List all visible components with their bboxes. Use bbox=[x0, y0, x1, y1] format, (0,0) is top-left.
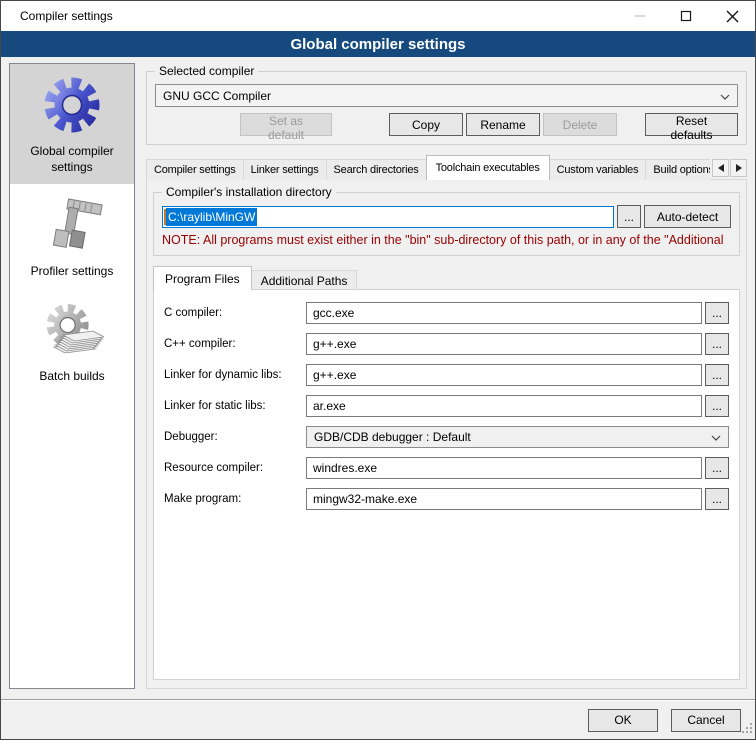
toolchain-executables-page: Compiler's installation directory C:\ray… bbox=[146, 179, 747, 689]
sidebar-item-label: Profiler settings bbox=[12, 264, 132, 280]
dynamic-linker-value: g++.exe bbox=[313, 368, 356, 382]
make-program-value: mingw32-make.exe bbox=[313, 492, 417, 506]
caption-buttons bbox=[617, 1, 755, 31]
cancel-button[interactable]: Cancel bbox=[671, 709, 741, 732]
dynamic-linker-label: Linker for dynamic libs: bbox=[164, 369, 306, 381]
minimize-icon bbox=[617, 1, 663, 31]
sidebar-item-profiler-settings[interactable]: Profiler settings bbox=[10, 184, 134, 289]
programs-tabstrip: Program Files Additional Paths bbox=[153, 266, 740, 290]
blue-gear-icon bbox=[40, 74, 104, 138]
tab-linker-settings[interactable]: Linker settings bbox=[243, 159, 327, 180]
auto-detect-button[interactable]: Auto-detect bbox=[644, 205, 731, 228]
program-files-page: C compiler: gcc.exe ... C++ compiler: g+… bbox=[153, 289, 740, 680]
tab-additional-paths[interactable]: Additional Paths bbox=[251, 270, 358, 290]
close-icon[interactable] bbox=[709, 1, 755, 31]
cpp-compiler-label: C++ compiler: bbox=[164, 338, 306, 350]
install-dir-note: NOTE: All programs must exist either in … bbox=[162, 233, 731, 247]
chevron-down-icon bbox=[711, 430, 721, 444]
resource-compiler-browse-button[interactable]: ... bbox=[705, 457, 729, 479]
install-dir-input[interactable]: C:\raylib\MinGW bbox=[162, 206, 614, 228]
install-dir-group-label: Compiler's installation directory bbox=[162, 185, 336, 199]
settings-category-list: Global compiler settings bbox=[9, 63, 135, 689]
resource-compiler-value: windres.exe bbox=[313, 461, 377, 475]
sidebar-item-global-compiler-settings[interactable]: Global compiler settings bbox=[10, 64, 134, 184]
resource-compiler-label: Resource compiler: bbox=[164, 462, 306, 474]
chevron-down-icon bbox=[720, 89, 730, 103]
compiler-select[interactable]: GNU GCC Compiler bbox=[155, 84, 738, 107]
install-dir-group: Compiler's installation directory C:\ray… bbox=[153, 192, 740, 256]
install-dir-value: C:\raylib\MinGW bbox=[166, 208, 257, 226]
tab-search-directories[interactable]: Search directories bbox=[326, 159, 427, 180]
tab-program-files[interactable]: Program Files bbox=[153, 266, 252, 290]
programs-notebook: Program Files Additional Paths C compile… bbox=[153, 266, 740, 680]
selected-compiler-group: Selected compiler GNU GCC Compiler Set a… bbox=[146, 71, 747, 145]
debugger-row: Debugger: GDB/CDB debugger : Default bbox=[164, 426, 729, 448]
debugger-value: GDB/CDB debugger : Default bbox=[314, 430, 471, 444]
c-compiler-input[interactable]: gcc.exe bbox=[306, 302, 702, 324]
c-compiler-browse-button[interactable]: ... bbox=[705, 302, 729, 324]
set-as-default-button: Set as default bbox=[240, 113, 332, 136]
copy-button[interactable]: Copy bbox=[389, 113, 463, 136]
tab-build-options[interactable]: Build options bbox=[645, 159, 710, 180]
footer: OK Cancel bbox=[1, 701, 755, 739]
sidebar-item-label: Batch builds bbox=[12, 369, 132, 385]
caliper-icon bbox=[40, 194, 104, 258]
make-program-input[interactable]: mingw32-make.exe bbox=[306, 488, 702, 510]
tab-scroll-left-icon[interactable] bbox=[712, 159, 729, 177]
dynamic-linker-row: Linker for dynamic libs: g++.exe ... bbox=[164, 364, 729, 386]
install-dir-browse-button[interactable]: ... bbox=[617, 205, 641, 228]
static-linker-input[interactable]: ar.exe bbox=[306, 395, 702, 417]
sidebar-item-batch-builds[interactable]: Batch builds bbox=[10, 289, 134, 394]
make-program-browse-button[interactable]: ... bbox=[705, 488, 729, 510]
debugger-label: Debugger: bbox=[164, 431, 306, 443]
static-linker-browse-button[interactable]: ... bbox=[705, 395, 729, 417]
install-dir-row: C:\raylib\MinGW ... Auto-detect bbox=[162, 205, 731, 228]
maximize-icon[interactable] bbox=[663, 1, 709, 31]
make-program-row: Make program: mingw32-make.exe ... bbox=[164, 488, 729, 510]
ok-button[interactable]: OK bbox=[588, 709, 658, 732]
resource-compiler-row: Resource compiler: windres.exe ... bbox=[164, 457, 729, 479]
compiler-buttons-row: Set as default Copy Rename Delete Reset … bbox=[155, 113, 738, 136]
cpp-compiler-browse-button[interactable]: ... bbox=[705, 333, 729, 355]
sidebar-item-label: Global compiler settings bbox=[12, 144, 132, 175]
selected-compiler-group-label: Selected compiler bbox=[155, 64, 258, 78]
resource-compiler-input[interactable]: windres.exe bbox=[306, 457, 702, 479]
c-compiler-value: gcc.exe bbox=[313, 306, 354, 320]
static-linker-row: Linker for static libs: ar.exe ... bbox=[164, 395, 729, 417]
dialog-body: Global compiler settings bbox=[1, 57, 755, 699]
tab-scroll-right-icon[interactable] bbox=[730, 159, 747, 177]
reset-defaults-button[interactable]: Reset defaults bbox=[645, 113, 738, 136]
dynamic-linker-browse-button[interactable]: ... bbox=[705, 364, 729, 386]
c-compiler-row: C compiler: gcc.exe ... bbox=[164, 302, 729, 324]
cpp-compiler-input[interactable]: g++.exe bbox=[306, 333, 702, 355]
compiler-select-value: GNU GCC Compiler bbox=[163, 89, 271, 103]
compiler-settings-dialog: Compiler settings Global compiler settin… bbox=[0, 0, 756, 740]
delete-button: Delete bbox=[543, 113, 617, 136]
tab-scroll-buttons bbox=[712, 159, 747, 177]
main-panel: Selected compiler GNU GCC Compiler Set a… bbox=[146, 63, 747, 689]
rename-button[interactable]: Rename bbox=[466, 113, 540, 136]
make-program-label: Make program: bbox=[164, 493, 306, 505]
tab-toolchain-executables[interactable]: Toolchain executables bbox=[426, 155, 550, 180]
cpp-compiler-row: C++ compiler: g++.exe ... bbox=[164, 333, 729, 355]
c-compiler-label: C compiler: bbox=[164, 307, 306, 319]
settings-tabstrip: Compiler settings Linker settings Search… bbox=[146, 155, 747, 180]
dynamic-linker-input[interactable]: g++.exe bbox=[306, 364, 702, 386]
window-title: Compiler settings bbox=[1, 9, 113, 23]
static-linker-label: Linker for static libs: bbox=[164, 400, 306, 412]
tab-custom-variables[interactable]: Custom variables bbox=[549, 159, 647, 180]
static-linker-value: ar.exe bbox=[313, 399, 346, 413]
cpp-compiler-value: g++.exe bbox=[313, 337, 356, 351]
resize-grip-icon[interactable] bbox=[741, 722, 754, 738]
gray-gear-stack-icon bbox=[40, 299, 104, 363]
tabs-scroll-area: Compiler settings Linker settings Search… bbox=[146, 155, 710, 180]
titlebar: Compiler settings bbox=[1, 1, 755, 31]
tab-compiler-settings[interactable]: Compiler settings bbox=[146, 159, 244, 180]
debugger-select[interactable]: GDB/CDB debugger : Default bbox=[306, 426, 729, 448]
page-title: Global compiler settings bbox=[1, 31, 755, 57]
